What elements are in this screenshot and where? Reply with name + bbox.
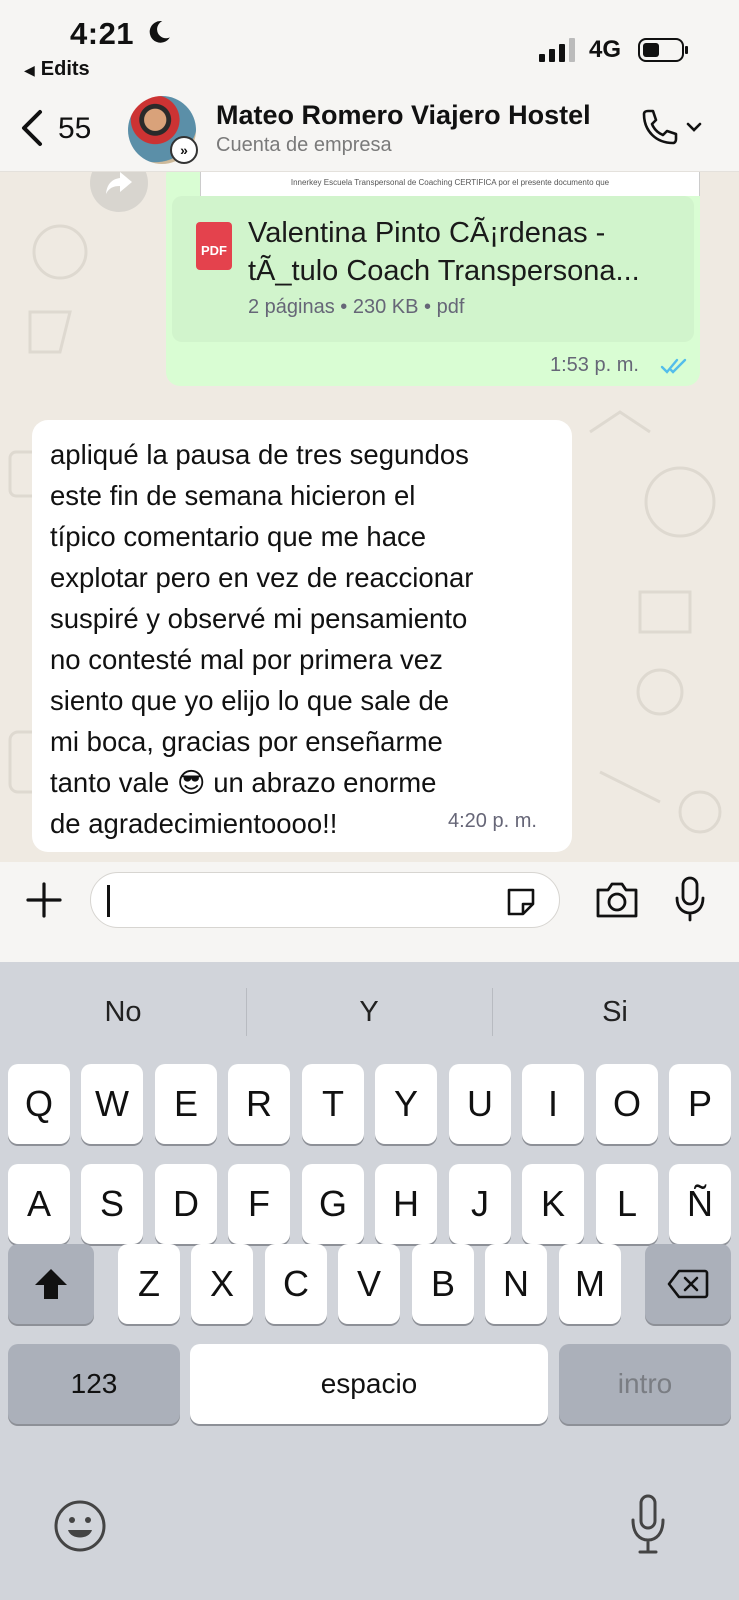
key-a[interactable]: A	[8, 1164, 70, 1244]
document-meta: 2 páginas • 230 KB • pdf	[248, 296, 465, 318]
key-f[interactable]: F	[228, 1164, 290, 1244]
key-i[interactable]: I	[522, 1064, 584, 1144]
message-line: típico comentario que me hace	[50, 521, 427, 552]
shift-icon	[35, 1269, 67, 1299]
status-bar: 4:21 ◀ Edits 4G	[0, 0, 739, 90]
key-d[interactable]: D	[155, 1164, 217, 1244]
key-y[interactable]: Y	[375, 1064, 437, 1144]
moon-icon	[149, 21, 170, 43]
contact-subtitle: Cuenta de empresa	[216, 134, 392, 156]
shift-key[interactable]	[8, 1244, 94, 1324]
key-b[interactable]: B	[412, 1244, 474, 1324]
camera-icon[interactable]	[594, 880, 640, 920]
message-line: apliqué la pausa de tres segundos	[50, 439, 469, 470]
document-title-line-2: tÃ_tulo Coach Transpersona...	[248, 255, 640, 287]
pdf-file-icon: PDF	[196, 222, 232, 270]
incoming-message-text: apliqué la pausa de tres segundos este f…	[50, 434, 560, 844]
key-p[interactable]: P	[669, 1064, 731, 1144]
unread-count[interactable]: 55	[58, 112, 91, 146]
emoji-icon[interactable]	[52, 1498, 108, 1554]
status-time: 4:21	[70, 16, 135, 51]
message-input[interactable]	[90, 872, 560, 928]
battery-icon	[638, 38, 688, 62]
key-t[interactable]: T	[302, 1064, 364, 1144]
key-j[interactable]: J	[449, 1164, 511, 1244]
key-w[interactable]: W	[81, 1064, 143, 1144]
key-n-tilde[interactable]: Ñ	[669, 1164, 731, 1244]
key-g[interactable]: G	[302, 1164, 364, 1244]
key-k[interactable]: K	[522, 1164, 584, 1244]
chat-area[interactable]: Innerkey Escuela Transpersonal de Coachi…	[0, 172, 739, 862]
suggestion-1[interactable]: No	[0, 962, 246, 1062]
microphone-icon[interactable]	[674, 876, 706, 922]
text-caret	[107, 885, 110, 917]
key-n[interactable]: N	[485, 1244, 547, 1324]
chat-header: 55 » Mateo Romero Viajero Hostel Cuenta …	[0, 90, 739, 172]
back-app-label: Edits	[40, 58, 90, 80]
forward-arrow-icon	[106, 172, 132, 194]
return-key[interactable]: intro	[559, 1344, 731, 1424]
numbers-key[interactable]: 123	[8, 1344, 180, 1424]
sticker-icon[interactable]	[503, 886, 539, 918]
chevron-down-icon	[686, 122, 702, 132]
network-label: 4G	[589, 36, 622, 63]
message-line: este fin de semana hicieron el	[50, 480, 416, 511]
message-composer	[0, 862, 739, 962]
outgoing-message-time: 1:53 p. m.	[550, 354, 639, 376]
key-m[interactable]: M	[559, 1244, 621, 1324]
incoming-message-time: 4:20 p. m.	[448, 810, 537, 832]
key-v[interactable]: V	[338, 1244, 400, 1324]
backspace-key[interactable]	[645, 1244, 731, 1324]
document-preview[interactable]: Innerkey Escuela Transpersonal de Coachi…	[200, 172, 700, 196]
keyboard: No Y Si Q W E R T Y U I O P A S D F G H …	[0, 962, 739, 1600]
key-e[interactable]: E	[155, 1064, 217, 1144]
key-l[interactable]: L	[596, 1164, 658, 1244]
business-badge-icon: »	[170, 136, 198, 164]
key-o[interactable]: O	[596, 1064, 658, 1144]
signal-icon	[539, 38, 575, 62]
suggestion-2[interactable]: Y	[246, 962, 492, 1062]
key-u[interactable]: U	[449, 1064, 511, 1144]
message-line: siento que yo elijo lo que sale de	[50, 685, 450, 716]
key-z[interactable]: Z	[118, 1244, 180, 1324]
key-x[interactable]: X	[191, 1244, 253, 1324]
key-c[interactable]: C	[265, 1244, 327, 1324]
dictation-icon[interactable]	[630, 1494, 666, 1556]
message-line: tanto vale 😎 un abrazo enorme	[50, 767, 437, 798]
double-check-read-icon	[660, 358, 687, 374]
message-line: explotar pero en vez de reaccionar	[50, 562, 474, 593]
suggestion-3[interactable]: Si	[492, 962, 738, 1062]
space-key[interactable]: espacio	[190, 1344, 548, 1424]
contact-name[interactable]: Mateo Romero Viajero Hostel	[216, 100, 591, 131]
backspace-icon	[667, 1269, 709, 1299]
key-q[interactable]: Q	[8, 1064, 70, 1144]
document-title-line-1: Valentina Pinto CÃ¡rdenas -	[248, 217, 606, 249]
phone-icon[interactable]	[638, 108, 704, 148]
message-line: mi boca, gracias por enseñarme	[50, 726, 443, 757]
back-chevron-icon[interactable]	[18, 108, 46, 148]
message-line: no contesté mal por primera vez	[50, 644, 443, 675]
key-r[interactable]: R	[228, 1064, 290, 1144]
message-line: suspiré y observé mi pensamiento	[50, 603, 468, 634]
plus-icon[interactable]	[24, 880, 64, 920]
key-s[interactable]: S	[81, 1164, 143, 1244]
back-to-app-link[interactable]: ◀ Edits	[24, 58, 90, 81]
key-h[interactable]: H	[375, 1164, 437, 1244]
